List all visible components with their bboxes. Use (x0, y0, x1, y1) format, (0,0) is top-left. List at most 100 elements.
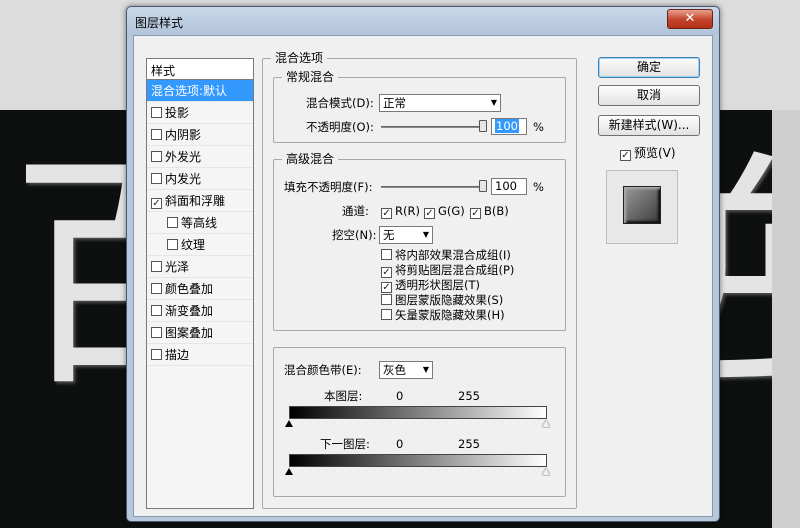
advanced-option-checkbox[interactable]: ✓ 将剪贴图层混合成组(P) (381, 263, 514, 278)
new-style-button[interactable]: 新建样式(W)... (598, 115, 700, 136)
ok-button[interactable]: 确定 (598, 57, 700, 78)
background-right-strip (772, 110, 800, 528)
knockout-value: 无 (383, 228, 395, 242)
style-item-checkbox[interactable] (167, 217, 178, 228)
advanced-option-checkbox-box[interactable] (381, 249, 392, 260)
blend-mode-value: 正常 (383, 96, 406, 110)
style-item-label: 光泽 (165, 260, 190, 274)
fill-opacity-slider[interactable] (381, 186, 487, 188)
blend-if-value: 灰色 (383, 363, 406, 377)
style-item-label: 内发光 (165, 172, 202, 186)
style-item-label: 内阴影 (165, 128, 202, 142)
advanced-option-label: 将剪贴图层混合成组(P) (395, 263, 515, 277)
style-item-checkbox[interactable] (151, 283, 162, 294)
advanced-option-label: 透明形状图层(T) (395, 278, 480, 292)
opacity-unit: % (533, 120, 544, 134)
channel-checkbox[interactable]: ✓ B(B) (470, 204, 509, 219)
style-item-checkbox[interactable] (151, 151, 162, 162)
fill-opacity-input[interactable]: 100 (491, 178, 527, 195)
style-item[interactable]: 光泽 (147, 256, 253, 278)
fill-opacity-slider-thumb[interactable] (479, 180, 487, 192)
close-button[interactable]: ✕ (667, 9, 713, 29)
opacity-label: 不透明度(O): (306, 120, 374, 134)
style-item-label: 纹理 (181, 238, 206, 252)
channel-checkbox-box[interactable]: ✓ (381, 208, 392, 219)
preview-checkbox[interactable]: ✓ 预览(V) (620, 146, 676, 161)
cancel-button[interactable]: 取消 (598, 85, 700, 106)
advanced-option-checkbox-box[interactable] (381, 309, 392, 320)
this-layer-black-slider[interactable] (285, 420, 293, 427)
advanced-option-checkbox-box[interactable]: ✓ (381, 282, 392, 293)
fill-opacity-value: 100 (495, 179, 517, 193)
channel-checkbox[interactable]: ✓ R(R) (381, 204, 420, 219)
underlying-layer-gradient[interactable] (289, 454, 547, 467)
fill-opacity-unit: % (533, 180, 544, 194)
style-item-label: 等高线 (181, 216, 218, 230)
blend-if-label: 混合颜色带(E): (284, 363, 362, 377)
style-item[interactable]: 图案叠加 (147, 322, 253, 344)
this-layer-white-slider[interactable] (542, 420, 550, 427)
style-item-checkbox[interactable] (151, 107, 162, 118)
advanced-option-checkbox-box[interactable] (381, 294, 392, 305)
advanced-option-label: 矢量蒙版隐藏效果(H) (395, 308, 505, 322)
channel-checkbox-box[interactable]: ✓ (470, 208, 481, 219)
advanced-option-checkbox[interactable]: 矢量蒙版隐藏效果(H) (381, 308, 505, 322)
advanced-option-checkbox[interactable]: ✓ 透明形状图层(T) (381, 278, 480, 293)
channel-checkbox[interactable]: ✓ G(G) (424, 204, 465, 219)
opacity-value: 100 (495, 119, 519, 133)
blend-mode-select[interactable]: 正常 ▼ (379, 94, 501, 112)
layer-style-dialog: 图层样式 ✕ 样式 混合选项:默认 投影 内阴影 外发光 内发光 ✓ 斜面和浮雕 等高线 纹理光… (126, 6, 720, 522)
this-layer-max: 255 (458, 389, 480, 403)
style-item-label: 图案叠加 (165, 326, 214, 340)
this-layer-gradient[interactable] (289, 406, 547, 419)
style-item-checkbox[interactable] (151, 129, 162, 140)
this-layer-min: 0 (396, 389, 404, 403)
style-item-checkbox[interactable] (151, 305, 162, 316)
style-item[interactable]: 投影 (147, 102, 253, 124)
channel-label: R(R) (395, 204, 420, 218)
this-layer-label: 本图层: (324, 389, 363, 403)
style-item-checkbox[interactable] (151, 173, 162, 184)
preview-checkbox-box[interactable]: ✓ (620, 150, 631, 161)
knockout-select[interactable]: 无 ▼ (379, 226, 433, 244)
style-item-label: 外发光 (165, 150, 202, 164)
style-item-label: 混合选项:默认 (151, 84, 228, 98)
opacity-slider[interactable] (381, 126, 487, 128)
advanced-option-label: 图层蒙版隐藏效果(S) (395, 293, 504, 307)
style-item-checkbox[interactable] (151, 261, 162, 272)
style-item[interactable]: 外发光 (147, 146, 253, 168)
style-item-checkbox[interactable]: ✓ (151, 198, 162, 209)
style-item-checkbox[interactable] (167, 239, 178, 250)
style-item[interactable]: 渐变叠加 (147, 300, 253, 322)
dialog-titlebar[interactable]: 图层样式 ✕ (127, 7, 719, 35)
style-item[interactable]: 纹理 (147, 234, 253, 256)
style-item-checkbox[interactable] (151, 327, 162, 338)
advanced-option-checkbox-box[interactable]: ✓ (381, 267, 392, 278)
style-item[interactable]: 等高线 (147, 212, 253, 234)
chevron-down-icon: ▼ (422, 230, 429, 239)
style-item[interactable]: 混合选项:默认 (147, 80, 253, 102)
chevron-down-icon: ▼ (490, 98, 497, 107)
knockout-label: 挖空(N): (332, 228, 377, 242)
style-item[interactable]: 描边 (147, 344, 253, 366)
opacity-slider-thumb[interactable] (479, 120, 487, 132)
fill-opacity-label: 填充不透明度(F): (284, 180, 373, 194)
opacity-input[interactable]: 100 (491, 118, 527, 135)
underlying-layer-white-slider[interactable] (542, 468, 550, 475)
style-item[interactable]: ✓ 斜面和浮雕 (147, 190, 253, 212)
advanced-option-checkbox[interactable]: 将内部效果混合成组(I) (381, 248, 511, 262)
style-item[interactable]: 颜色叠加 (147, 278, 253, 300)
advanced-option-label: 将内部效果混合成组(I) (395, 248, 511, 262)
preview-label: 预览(V) (634, 146, 676, 160)
style-item[interactable]: 内发光 (147, 168, 253, 190)
underlying-layer-black-slider[interactable] (285, 468, 293, 475)
blend-if-select[interactable]: 灰色 ▼ (379, 361, 433, 379)
style-item-label: 渐变叠加 (165, 304, 214, 318)
advanced-blending-title: 高级混合 (282, 152, 339, 167)
preview-thumbnail (606, 170, 678, 244)
channel-checkbox-box[interactable]: ✓ (424, 208, 435, 219)
advanced-blending-group: 高级混合 填充不透明度(F): 100 % 通道: ✓ R(R) ✓ G(G) ✓ B(B… (273, 152, 566, 331)
style-item[interactable]: 内阴影 (147, 124, 253, 146)
advanced-option-checkbox[interactable]: 图层蒙版隐藏效果(S) (381, 293, 503, 307)
style-item-checkbox[interactable] (151, 349, 162, 360)
